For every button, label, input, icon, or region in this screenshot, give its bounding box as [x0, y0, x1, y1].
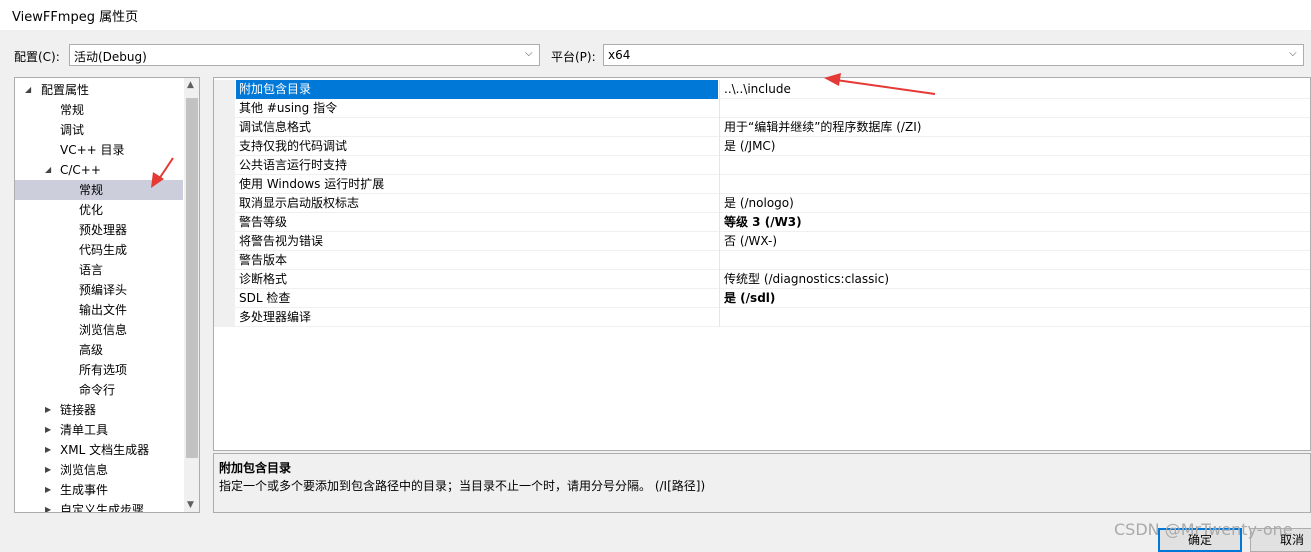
annotation-overlay: [151, 73, 936, 188]
red-arrow-icon: [824, 73, 936, 95]
red-arrow-icon: [151, 157, 174, 188]
